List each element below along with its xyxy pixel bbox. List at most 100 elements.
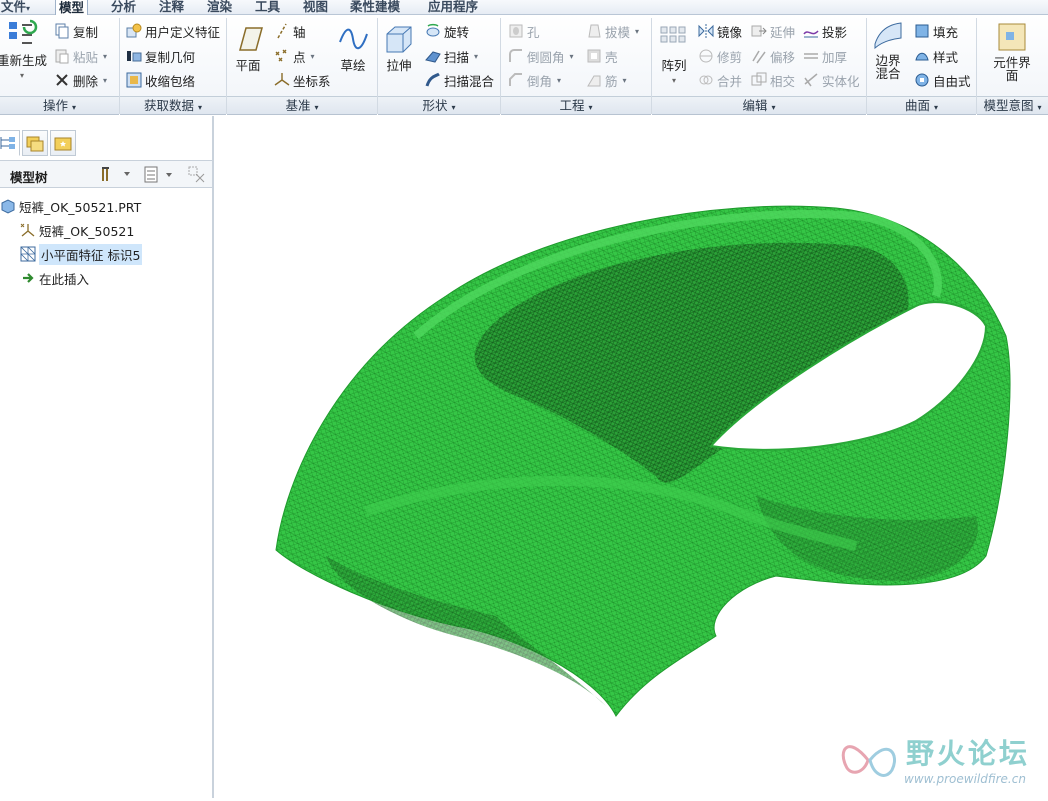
point-label: 点 xyxy=(293,49,306,65)
menu-view[interactable]: 视图 xyxy=(300,0,331,15)
delete-icon xyxy=(54,72,70,88)
menu-annotate[interactable]: 注释 xyxy=(156,0,187,15)
hole-icon xyxy=(508,23,524,39)
mirror-button[interactable]: 镜像 xyxy=(698,20,742,42)
udf-button[interactable]: 用户定义特征 xyxy=(126,20,220,42)
paste-button[interactable]: 粘贴 ▾ xyxy=(54,45,107,67)
group-datum[interactable]: 基准 ▾ xyxy=(227,97,377,115)
component-interface-button[interactable]: 元件界面 xyxy=(990,22,1034,82)
solidify-button[interactable]: 实体化 xyxy=(803,69,860,91)
fill-button[interactable]: 填充 xyxy=(914,20,958,42)
thicken-button[interactable]: 加厚 xyxy=(803,45,847,67)
coordinate-system-icon xyxy=(274,72,290,88)
watermark-url: www.proewildfire.cn xyxy=(904,772,1026,786)
swept-blend-button[interactable]: 扫描混合 xyxy=(425,69,494,91)
tree-item-insert-here[interactable]: 在此插入 xyxy=(20,268,89,288)
sketch-icon xyxy=(337,24,369,54)
revolve-label: 旋转 xyxy=(444,24,470,40)
paste-label: 粘贴 xyxy=(73,49,99,65)
round-label: 倒圆角 xyxy=(527,49,565,65)
solidify-label: 实体化 xyxy=(822,73,860,89)
extend-button[interactable]: 延伸 xyxy=(751,20,795,42)
extrude-button[interactable]: 拉伸 xyxy=(382,24,416,73)
chamfer-button[interactable]: 倒角 ▾ xyxy=(508,69,561,91)
point-button[interactable]: 点 ▾ xyxy=(274,45,315,67)
menu-model[interactable]: 模型 xyxy=(55,0,89,15)
menu-flexible-modeling[interactable]: 柔性建模 xyxy=(347,0,403,15)
sweep-button[interactable]: 扫描 ▾ xyxy=(425,45,478,67)
hole-button[interactable]: 孔 xyxy=(508,20,540,42)
model-tree-tab[interactable] xyxy=(0,130,20,156)
group-surfaces[interactable]: 曲面 ▾ xyxy=(867,97,976,115)
group-editing[interactable]: 编辑 ▾ xyxy=(652,97,866,115)
udf-label: 用户定义特征 xyxy=(145,24,221,40)
model-tree-title: 模型树 xyxy=(10,170,48,185)
style-icon xyxy=(914,48,930,64)
tree-item-facet-feature[interactable]: 小平面特征 标识5 xyxy=(20,243,143,265)
paste-icon xyxy=(54,48,70,64)
shell-icon xyxy=(586,48,602,64)
coordinate-system-button[interactable]: 坐标系 xyxy=(274,69,331,91)
copy-button[interactable]: 复制 xyxy=(54,20,98,42)
style-button[interactable]: 样式 xyxy=(914,45,958,67)
thicken-icon xyxy=(803,48,819,64)
intersect-button[interactable]: 相交 xyxy=(751,69,795,91)
menu-render[interactable]: 渲染 xyxy=(204,0,235,15)
regenerate-button[interactable]: 重新生成 ▾ xyxy=(0,19,50,83)
group-operations[interactable]: 操作 ▾ xyxy=(0,97,119,115)
shrinkwrap-button[interactable]: 收缩包络 xyxy=(126,69,195,91)
menu-applications[interactable]: 应用程序 xyxy=(425,0,481,15)
boundary-blend-icon xyxy=(872,20,904,50)
revolve-button[interactable]: 旋转 xyxy=(425,20,469,42)
tree-item-csys[interactable]: 短裤_OK_50521 xyxy=(20,220,134,240)
watermark-title: 野火论坛 xyxy=(906,737,1031,770)
shorts-mesh-model[interactable] xyxy=(216,116,1048,798)
fill-icon xyxy=(914,23,930,39)
tree-settings-icon[interactable] xyxy=(100,165,130,186)
rib-button[interactable]: 筋 ▾ xyxy=(586,69,627,91)
plane-button[interactable]: 平面 xyxy=(230,24,266,73)
menu-tools[interactable]: 工具 xyxy=(252,0,283,15)
group-shapes[interactable]: 形状 ▾ xyxy=(378,97,500,115)
merge-button[interactable]: 合并 xyxy=(698,69,742,91)
group-engineering[interactable]: 工程 ▾ xyxy=(501,97,651,115)
delete-button[interactable]: 删除 ▾ xyxy=(54,69,107,91)
folder-browser-tab[interactable] xyxy=(22,130,48,156)
trim-icon xyxy=(698,48,714,64)
freestyle-button[interactable]: 自由式 xyxy=(914,69,971,91)
sketch-button[interactable]: 草绘 xyxy=(336,24,370,73)
round-button[interactable]: 倒圆角 ▾ xyxy=(508,45,574,67)
trim-button[interactable]: 修剪 xyxy=(698,45,742,67)
offset-button[interactable]: 偏移 xyxy=(751,45,795,67)
style-label: 样式 xyxy=(933,49,959,65)
favorites-tab[interactable] xyxy=(50,130,76,156)
intersect-icon xyxy=(751,72,767,88)
freestyle-label: 自由式 xyxy=(933,73,971,89)
copy-geometry-button[interactable]: 复制几何 xyxy=(126,45,195,67)
pattern-icon xyxy=(658,24,690,54)
shell-button[interactable]: 壳 xyxy=(586,45,618,67)
tree-item-part[interactable]: 短裤_OK_50521.PRT xyxy=(0,196,141,216)
group-model-intent[interactable]: 模型意图 ▾ xyxy=(977,97,1048,115)
copy-label: 复制 xyxy=(73,24,99,40)
tree-columns-icon[interactable] xyxy=(144,166,178,187)
rib-label: 筋 xyxy=(605,73,618,89)
boundary-blend-button[interactable]: 边界混合 xyxy=(870,20,906,80)
project-button[interactable]: 投影 xyxy=(803,20,847,42)
sweep-label: 扫描 xyxy=(444,49,470,65)
axis-button[interactable]: 轴 xyxy=(274,20,306,42)
graphics-viewport[interactable] xyxy=(216,116,1048,798)
menu-file[interactable]: 文件▾ xyxy=(0,0,33,15)
draft-icon xyxy=(586,23,602,39)
project-label: 投影 xyxy=(822,24,848,40)
tree-item-label: 小平面特征 标识5 xyxy=(39,243,143,265)
pattern-button[interactable]: 阵列 ▾ xyxy=(657,24,691,88)
forum-watermark: 野火论坛 www.proewildfire.cn xyxy=(838,730,1048,790)
menu-analysis[interactable]: 分析 xyxy=(108,0,139,15)
group-get-data[interactable]: 获取数据 ▾ xyxy=(120,97,226,115)
intersect-label: 相交 xyxy=(770,73,796,89)
hole-label: 孔 xyxy=(527,24,540,40)
tree-filter-icon[interactable] xyxy=(188,166,208,187)
draft-button[interactable]: 拔模 ▾ xyxy=(586,20,639,42)
sweep-icon xyxy=(425,48,441,64)
